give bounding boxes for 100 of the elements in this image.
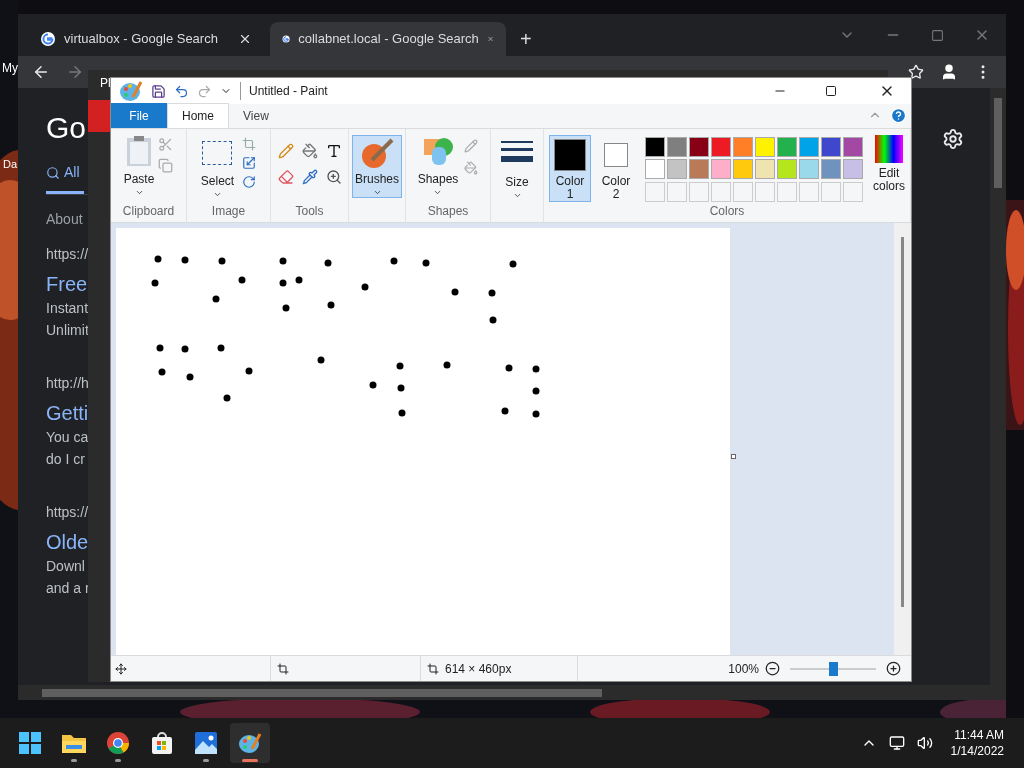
palette-swatch[interactable]	[777, 159, 797, 180]
result-snippet: You ca	[46, 428, 89, 447]
shapes-button[interactable]: Shapes	[417, 135, 459, 197]
cursor-position-icon	[115, 662, 127, 675]
palette-swatch[interactable]	[755, 137, 775, 157]
back-icon[interactable]	[32, 63, 50, 81]
palette-swatch[interactable]	[733, 137, 753, 157]
magnifier-icon[interactable]	[325, 169, 342, 185]
selection-size-icon	[277, 662, 289, 675]
result-title[interactable]: Olde	[46, 529, 89, 555]
palette-icon[interactable]	[238, 731, 262, 755]
volume-icon[interactable]	[916, 735, 933, 751]
new-tab-button[interactable]: +	[512, 22, 540, 56]
tab-title: collabnet.local - Google Search	[298, 30, 479, 49]
forward-icon[interactable]	[66, 63, 84, 81]
palette-swatch[interactable]	[821, 137, 841, 157]
app-icon	[88, 100, 110, 132]
palette-swatch[interactable]	[821, 159, 841, 180]
palette-swatch[interactable]	[689, 159, 709, 180]
network-icon[interactable]	[888, 735, 905, 751]
zoom-level: 100%	[728, 660, 759, 678]
clock[interactable]: 11:44 AM 1/14/2022	[950, 727, 1004, 759]
fill-icon[interactable]	[301, 143, 318, 159]
chrome-icon[interactable]	[106, 731, 130, 755]
result-snippet: Downl	[46, 557, 85, 576]
palette-swatch[interactable]	[843, 137, 863, 157]
result-title[interactable]: Getti	[46, 400, 89, 426]
ribbon-tab[interactable]: View	[229, 103, 283, 128]
color-selector[interactable]: Color 1	[549, 135, 591, 202]
color-picker-icon[interactable]	[301, 169, 318, 185]
brush-icon	[360, 138, 394, 170]
palette-swatch[interactable]	[645, 137, 665, 157]
photo-icon[interactable]	[194, 731, 218, 755]
group-label: Tools	[295, 203, 324, 220]
canvas-size-icon	[427, 662, 439, 675]
palette-swatch[interactable]	[733, 159, 753, 180]
palette-swatch[interactable]	[667, 137, 687, 157]
vertical-scrollbar[interactable]	[990, 88, 1006, 685]
pencil-icon[interactable]	[277, 143, 294, 159]
result-snippet: do I cr	[46, 450, 85, 469]
bookmark-star-icon[interactable]	[908, 64, 924, 80]
store-bag-icon[interactable]	[150, 731, 174, 755]
palette-swatch[interactable]	[799, 159, 819, 180]
save-icon[interactable]	[151, 83, 166, 99]
palette-swatch[interactable]	[799, 137, 819, 157]
settings-icon[interactable]	[942, 128, 964, 150]
taskbar-button[interactable]	[230, 723, 270, 763]
redo-icon[interactable]	[197, 83, 212, 99]
help-icon[interactable]	[890, 107, 907, 124]
result-title[interactable]: Free	[46, 271, 88, 297]
palette-swatch[interactable]	[711, 159, 731, 180]
selection-icon	[202, 141, 233, 165]
browser-tab[interactable]: collabnet.local - Google Search	[270, 22, 506, 56]
palette-swatch[interactable]	[689, 137, 709, 157]
line-size-icon	[501, 141, 533, 165]
rotate-icon[interactable]	[242, 175, 257, 189]
text-icon[interactable]	[325, 143, 342, 159]
resize-handle[interactable]	[731, 454, 736, 459]
crop-icon[interactable]	[242, 137, 257, 151]
windows-start-icon[interactable]	[18, 731, 42, 755]
horizontal-scrollbar[interactable]	[18, 685, 1006, 700]
zoom-out-icon[interactable]	[765, 661, 780, 676]
size-button[interactable]: Size	[501, 135, 533, 200]
palette-swatch[interactable]	[645, 159, 665, 180]
outline-icon[interactable]	[464, 139, 479, 153]
zoom-in-icon[interactable]	[886, 661, 901, 676]
folder-icon[interactable]	[61, 732, 87, 754]
result-url: https://	[46, 503, 89, 522]
palette-swatch[interactable]	[667, 159, 687, 180]
google-icon	[40, 31, 56, 47]
select-button[interactable]: Select	[200, 135, 235, 199]
browser-tab[interactable]: virtualbox - Google Search	[28, 22, 264, 56]
copy-icon[interactable]	[158, 158, 174, 173]
palette-swatch[interactable]	[777, 137, 797, 157]
result-url: https://	[46, 245, 89, 264]
cut-icon[interactable]	[158, 137, 174, 152]
group-label: Clipboard	[122, 203, 175, 220]
edit-colors-button[interactable]: Edit colors	[873, 135, 905, 202]
paste-button[interactable]: Paste	[123, 135, 155, 197]
palette-swatch[interactable]	[755, 159, 775, 180]
eraser-icon[interactable]	[277, 169, 294, 185]
zoom-slider-thumb[interactable]	[829, 661, 838, 676]
search-tab[interactable]: All	[46, 162, 84, 194]
maximize-icon[interactable]	[825, 85, 837, 97]
google-logo: Go	[46, 110, 87, 146]
palette-swatch[interactable]	[711, 137, 731, 157]
palette-swatch[interactable]	[843, 159, 863, 180]
resize-icon[interactable]	[242, 156, 257, 170]
palette-icon[interactable]	[119, 79, 143, 103]
shape-fill-icon[interactable]	[464, 161, 479, 175]
brushes-button[interactable]: Brushes	[352, 135, 402, 198]
profile-icon[interactable]	[940, 63, 958, 81]
result-snippet: Instant	[46, 299, 89, 318]
close-tab-icon[interactable]	[238, 32, 252, 46]
color-selector[interactable]: Color 2	[595, 135, 637, 202]
zoom-slider[interactable]	[790, 661, 876, 676]
ribbon-tab[interactable]: Home	[167, 103, 229, 128]
vertical-scrollbar[interactable]	[894, 223, 911, 655]
ribbon-tab[interactable]: File	[111, 103, 167, 128]
undo-icon[interactable]	[174, 83, 189, 99]
